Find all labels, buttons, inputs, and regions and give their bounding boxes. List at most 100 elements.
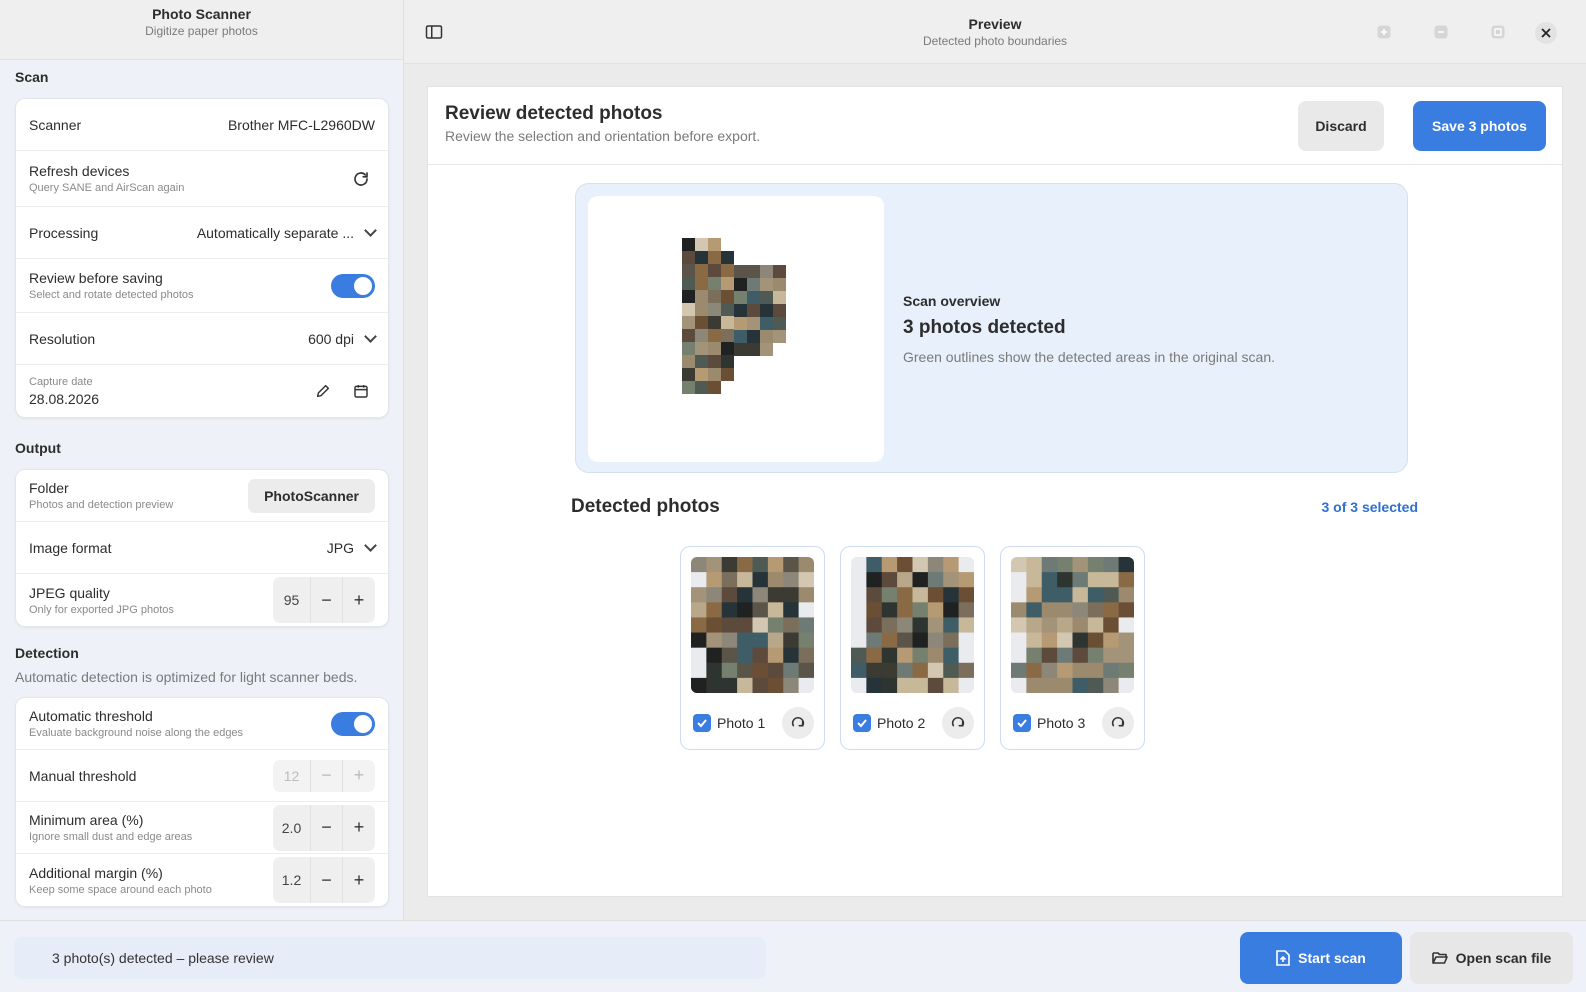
mosaic-cell (1103, 617, 1120, 634)
mosaic-cell (1011, 662, 1027, 679)
review-panel: Review detected photos Review the select… (427, 86, 1563, 897)
decrement-button[interactable]: − (311, 857, 343, 903)
processing-select[interactable]: Processing Automatically separate ... (16, 207, 388, 259)
photo-card[interactable]: Photo 1 (680, 546, 825, 750)
window-expand-icon[interactable] (1374, 22, 1394, 42)
jpeg-quality-row: JPEG quality Only for exported JPG photo… (16, 574, 388, 626)
mosaic-cell (897, 632, 913, 649)
review-toggle[interactable] (331, 273, 375, 298)
open-scan-file-button[interactable]: Open scan file (1410, 932, 1573, 984)
mosaic-cell (767, 602, 784, 618)
mosaic-cell (767, 677, 784, 693)
mosaic-cell (1087, 677, 1104, 693)
decrement-button[interactable]: − (311, 804, 343, 851)
resolution-label: Resolution (29, 330, 96, 347)
folder-button[interactable]: PhotoScanner (248, 478, 375, 513)
mosaic-cell (1057, 602, 1073, 618)
mosaic-cell (1026, 572, 1043, 588)
review-sub: Select and rotate detected photos (29, 289, 194, 301)
margin-label: Additional margin (%) (29, 864, 163, 881)
mosaic-cell (897, 677, 913, 693)
resolution-select[interactable]: Resolution 600 dpi (16, 313, 388, 365)
mosaic-cell (881, 662, 898, 679)
discard-button[interactable]: Discard (1298, 101, 1384, 151)
mosaic-cell (1011, 587, 1027, 603)
mosaic-cell (695, 381, 708, 394)
jpeg-quality-value[interactable]: 95 (273, 577, 311, 623)
calendar-icon[interactable] (347, 377, 375, 405)
mosaic-cell (1011, 617, 1027, 634)
auto-threshold-toggle[interactable] (331, 711, 375, 736)
refresh-sub: Query SANE and AirScan again (29, 182, 185, 194)
scanner-row[interactable]: Scanner Brother MFC-L2960DW (16, 99, 388, 151)
photo-checkbox[interactable] (1013, 714, 1031, 732)
mosaic-cell (691, 632, 707, 649)
mosaic-cell (943, 677, 960, 693)
manual-threshold-stepper: 12 − + (273, 759, 375, 792)
mosaic-cell (798, 662, 814, 679)
mosaic-cell (691, 647, 707, 664)
photo-checkbox[interactable] (693, 714, 711, 732)
mosaic-cell (798, 587, 814, 603)
mosaic-cell (706, 647, 723, 664)
mosaic-cell (1072, 557, 1089, 573)
mosaic-cell (734, 330, 747, 343)
refresh-label: Refresh devices (29, 163, 130, 179)
start-scan-label: Start scan (1298, 950, 1366, 966)
app-subtitle: Digitize paper photos (145, 24, 258, 38)
mosaic-cell (708, 368, 721, 381)
photo-card[interactable]: Photo 2 (840, 546, 985, 750)
mosaic-cell (798, 617, 814, 634)
rotate-icon[interactable] (1102, 707, 1134, 739)
mosaic-cell (1057, 572, 1073, 588)
mosaic-cell (1103, 632, 1120, 649)
increment-button[interactable]: + (343, 577, 375, 623)
jpeg-quality-sub: Only for exported JPG photos (29, 603, 174, 616)
mosaic-cell (747, 265, 760, 278)
overview-title: 3 photos detected (903, 317, 1066, 338)
mosaic-cell (721, 329, 734, 342)
output-card: Folder Photos and detection preview Phot… (15, 469, 389, 627)
mosaic-cell (734, 304, 747, 317)
mosaic-cell (912, 662, 929, 679)
rotate-icon[interactable] (942, 707, 974, 739)
mosaic-cell (943, 572, 960, 588)
mosaic-cell (1057, 632, 1073, 649)
mosaic-cell (1011, 647, 1027, 664)
decrement-button[interactable]: − (311, 577, 343, 623)
photo-checkbox[interactable] (853, 714, 871, 732)
mosaic-cell (691, 602, 707, 618)
min-area-value[interactable]: 2.0 (273, 804, 311, 851)
margin-value[interactable]: 1.2 (273, 857, 311, 903)
min-area-sub: Ignore small dust and edge areas (29, 831, 193, 843)
capture-date-label: Capture date (29, 375, 93, 388)
refresh-icon[interactable] (347, 165, 375, 193)
close-icon[interactable] (1535, 22, 1557, 44)
mosaic-cell (927, 602, 944, 618)
mosaic-cell (798, 677, 814, 693)
mosaic-cell (851, 677, 867, 693)
mosaic-cell (851, 617, 867, 634)
increment-button[interactable]: + (343, 805, 375, 851)
image-format-select[interactable]: Image format JPG (16, 522, 388, 574)
mosaic-cell (881, 632, 898, 649)
mosaic-cell (1057, 662, 1073, 679)
rotate-icon[interactable] (782, 707, 814, 739)
mosaic-cell (691, 617, 707, 634)
mosaic-cell (881, 557, 898, 573)
mosaic-cell (958, 602, 974, 618)
pencil-icon[interactable] (309, 377, 337, 405)
preview-header: Preview Detected photo boundaries (404, 0, 1586, 64)
increment-button[interactable]: + (343, 857, 375, 903)
mosaic-cell (708, 381, 721, 394)
selected-count[interactable]: 3 of 3 selected (1322, 499, 1419, 515)
min-area-label: Minimum area (%) (29, 812, 144, 828)
sidebar: Photo Scanner Digitize paper photos Scan… (0, 0, 404, 920)
detection-card: Automatic threshold Evaluate background … (15, 697, 389, 907)
window-maximize-icon[interactable] (1488, 22, 1508, 42)
start-scan-button[interactable]: Start scan (1240, 932, 1402, 984)
window-minimize-icon[interactable] (1431, 22, 1451, 42)
photo-card[interactable]: Photo 3 (1000, 546, 1145, 750)
save-photos-button[interactable]: Save 3 photos (1413, 101, 1546, 151)
image-format-label: Image format (29, 539, 112, 556)
